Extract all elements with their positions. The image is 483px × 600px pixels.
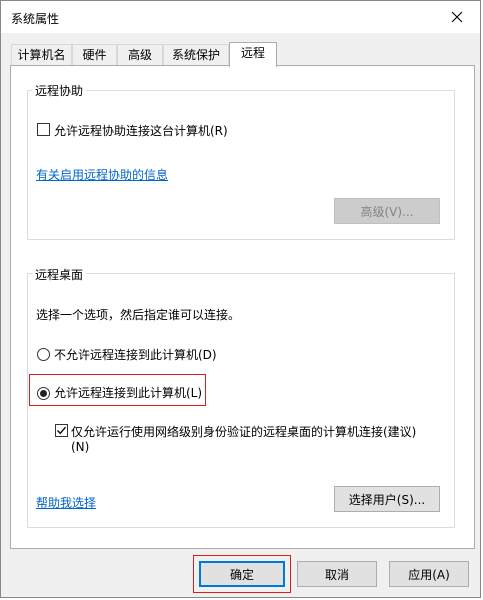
allow-remote-radio[interactable] <box>37 387 50 400</box>
remote-desktop-instruction: 选择一个选项，然后指定谁可以连接。 <box>36 308 241 322</box>
nla-checkbox[interactable] <box>55 424 68 437</box>
allow-remote-assistance-checkbox[interactable] <box>37 123 50 136</box>
nla-label-line2[interactable]: (N) <box>71 440 89 454</box>
allow-remote-assistance-label[interactable]: 允许远程协助连接这台计算机(R) <box>54 122 228 139</box>
deny-remote-radio[interactable] <box>37 348 50 361</box>
tab-hardware[interactable]: 硬件 <box>72 44 117 65</box>
help-me-choose-link[interactable]: 帮助我选择 <box>36 494 96 511</box>
cancel-button[interactable]: 取消 <box>297 561 377 587</box>
tab-advanced[interactable]: 高级 <box>117 44 163 65</box>
remote-assistance-legend: 远程协助 <box>32 82 87 99</box>
remote-desktop-legend: 远程桌面 <box>32 266 87 283</box>
tab-computer-name[interactable]: 计算机名 <box>11 44 72 65</box>
ok-button[interactable]: 确定 <box>199 561 285 587</box>
close-button[interactable] <box>434 1 480 33</box>
checkmark-icon <box>56 426 67 435</box>
window-title: 系统属性 <box>11 12 60 26</box>
remote-assistance-info-link[interactable]: 有关启用远程协助的信息 <box>36 166 168 183</box>
select-users-button[interactable]: 选择用户(S)... <box>334 486 440 512</box>
remote-tab-panel: 远程协助 允许远程协助连接这台计算机(R) 有关启用远程协助的信息 高级(V).… <box>10 65 475 549</box>
radio-selected-dot <box>40 390 47 397</box>
title-bar[interactable]: 系统属性 <box>1 1 480 33</box>
advanced-button[interactable]: 高级(V)... <box>334 198 440 224</box>
apply-button[interactable]: 应用(A) <box>389 561 469 587</box>
allow-remote-label[interactable]: 允许远程连接到此计算机(L) <box>54 384 202 401</box>
deny-remote-label[interactable]: 不允许远程连接到此计算机(D) <box>54 346 217 363</box>
system-properties-dialog: 系统属性 计算机名 硬件 高级 系统保护 远程 远程协助 允许远程协助连接这台计… <box>0 0 481 598</box>
tab-system-protection[interactable]: 系统保护 <box>163 44 229 65</box>
nla-label-line1[interactable]: 仅允许运行使用网络级别身份验证的远程桌面的计算机连接(建议) <box>71 423 416 440</box>
tab-remote[interactable]: 远程 <box>229 42 277 67</box>
close-icon <box>451 11 463 23</box>
